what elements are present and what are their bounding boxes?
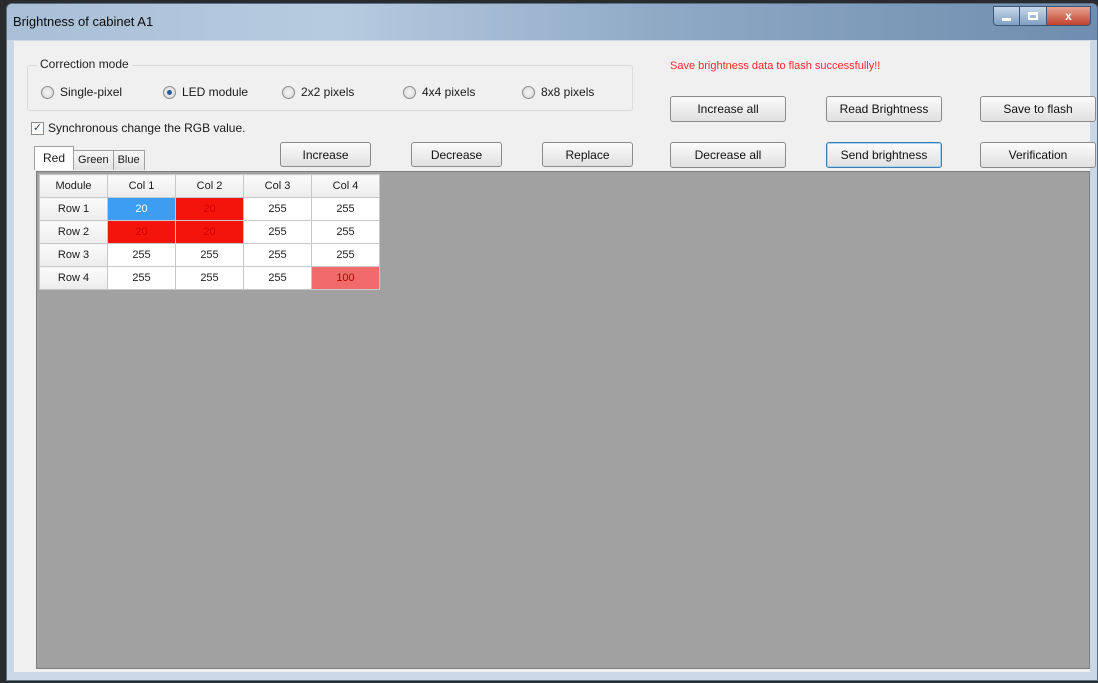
verification-button[interactable]: Verification (980, 142, 1096, 168)
table-row: Row 1 20 20 255 255 (39, 197, 380, 221)
grid-cell[interactable]: 255 (107, 243, 176, 267)
grid-row-header[interactable]: Row 3 (39, 243, 108, 267)
grid-cell[interactable]: 100 (311, 266, 380, 290)
tab-blue[interactable]: Blue (112, 150, 145, 170)
grid-cell[interactable]: 20 (107, 197, 176, 221)
radio-led-module-dot[interactable] (163, 85, 176, 99)
brightness-grid: Module Col 1 Col 2 Col 3 Col 4 Row 1 20 20… (39, 174, 380, 290)
window-controls: x (993, 6, 1091, 28)
grid-row-header[interactable]: Row 4 (39, 266, 108, 290)
read-brightness-button[interactable]: Read Brightness (826, 96, 942, 122)
radio-8x8-pixels[interactable]: 8x8 pixels (522, 85, 594, 99)
grid-cell[interactable]: 255 (175, 266, 244, 290)
increase-button[interactable]: Increase (280, 142, 371, 167)
decrease-all-button[interactable]: Decrease all (670, 142, 786, 168)
radio-8x8-pixels-label: 8x8 pixels (541, 85, 595, 99)
radio-led-module[interactable]: LED module (163, 85, 248, 99)
grid-cell[interactable]: 255 (243, 220, 312, 244)
title-bar[interactable]: Brightness of cabinet A1 x (7, 4, 1097, 40)
grid-cell[interactable]: 255 (243, 243, 312, 267)
sync-rgb-checkbox[interactable]: ✓ Synchronous change the RGB value. (31, 121, 245, 135)
decrease-button[interactable]: Decrease (411, 142, 502, 167)
color-tabs: Red Green Blue (34, 146, 145, 170)
tab-green[interactable]: Green (73, 150, 114, 170)
radio-4x4-pixels[interactable]: 4x4 pixels (403, 85, 475, 99)
maximize-icon (1028, 12, 1038, 20)
dialog-body: Correction mode Single-pixel LED module … (14, 41, 1096, 679)
grid-header-col-4[interactable]: Col 4 (311, 174, 380, 198)
close-icon: x (1065, 9, 1072, 23)
grid-header-col-3[interactable]: Col 3 (243, 174, 312, 198)
radio-2x2-pixels-label: 2x2 pixels (301, 85, 355, 99)
grid-cell[interactable]: 20 (175, 220, 244, 244)
minimize-button[interactable] (993, 6, 1020, 26)
grid-header-row: Module Col 1 Col 2 Col 3 Col 4 (39, 174, 380, 198)
radio-8x8-pixels-dot[interactable] (522, 85, 535, 99)
correction-mode-label: Correction mode (37, 57, 132, 71)
grid-cell[interactable]: 20 (107, 220, 176, 244)
table-row: Row 4 255 255 255 100 (39, 266, 380, 290)
app-window: Brightness of cabinet A1 x Correction mo… (6, 3, 1098, 681)
minimize-icon (1002, 17, 1011, 21)
radio-single-pixel-label: Single-pixel (60, 85, 123, 99)
grid-header-module: Module (39, 174, 108, 198)
grid-cell[interactable]: 255 (243, 266, 312, 290)
tab-red[interactable]: Red (34, 146, 75, 170)
check-icon[interactable]: ✓ (31, 121, 44, 135)
increase-all-button[interactable]: Increase all (670, 96, 786, 122)
radio-single-pixel[interactable]: Single-pixel (41, 85, 122, 99)
sync-rgb-label: Synchronous change the RGB value. (48, 121, 246, 135)
grid-cell[interactable]: 255 (311, 243, 380, 267)
send-brightness-button[interactable]: Send brightness (826, 142, 942, 168)
grid-row-header[interactable]: Row 1 (39, 197, 108, 221)
grid-cell[interactable]: 255 (243, 197, 312, 221)
grid-cell[interactable]: 255 (175, 243, 244, 267)
status-message: Save brightness data to flash successful… (670, 60, 881, 72)
radio-led-module-label: LED module (182, 85, 249, 99)
grid-header-col-1[interactable]: Col 1 (107, 174, 176, 198)
replace-button[interactable]: Replace (542, 142, 633, 167)
radio-4x4-pixels-label: 4x4 pixels (422, 85, 476, 99)
table-row: Row 3 255 255 255 255 (39, 243, 380, 267)
save-to-flash-button[interactable]: Save to flash (980, 96, 1096, 122)
radio-2x2-pixels-dot[interactable] (282, 85, 295, 99)
brightness-grid-area: Module Col 1 Col 2 Col 3 Col 4 Row 1 20 20… (36, 171, 1090, 669)
grid-header-col-2[interactable]: Col 2 (175, 174, 244, 198)
radio-2x2-pixels[interactable]: 2x2 pixels (282, 85, 354, 99)
grid-cell[interactable]: 255 (107, 266, 176, 290)
window-bottom-frame (7, 672, 1097, 680)
grid-cell[interactable]: 255 (311, 220, 380, 244)
radio-4x4-pixels-dot[interactable] (403, 85, 416, 99)
grid-row-header[interactable]: Row 2 (39, 220, 108, 244)
close-button[interactable]: x (1047, 6, 1091, 26)
window-title: Brightness of cabinet A1 (13, 14, 154, 29)
grid-cell[interactable]: 20 (175, 197, 244, 221)
table-row: Row 2 20 20 255 255 (39, 220, 380, 244)
grid-cell[interactable]: 255 (311, 197, 380, 221)
radio-single-pixel-dot[interactable] (41, 85, 54, 99)
maximize-button[interactable] (1020, 6, 1047, 26)
